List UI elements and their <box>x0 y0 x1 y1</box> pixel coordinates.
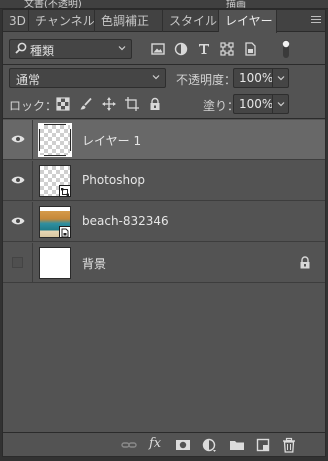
fill-dropdown[interactable] <box>272 95 288 113</box>
eye-icon <box>11 135 25 143</box>
eye-icon <box>11 217 25 225</box>
adjustment-layer-icon[interactable] <box>201 437 217 453</box>
layer-thumbnail[interactable] <box>39 206 71 238</box>
new-layer-icon[interactable] <box>255 437 271 453</box>
opacity-input[interactable]: 100% <box>233 68 289 88</box>
visibility-toggle[interactable] <box>3 243 33 283</box>
layer-lock-icon[interactable] <box>299 256 311 272</box>
top-strip-left-text: 文書(不透明) <box>24 0 82 9</box>
shape-layer-badge-icon <box>59 185 71 197</box>
lock-row: ロック： 塗り： 100% <box>3 92 325 116</box>
layer-thumbnail[interactable] <box>38 123 72 157</box>
top-strip: 文書(不透明) 描画 <box>0 0 328 9</box>
blend-mode-select[interactable]: 通常 <box>9 68 166 88</box>
panel-tab-bar: 3D チャンネル 色調補正 スタイル レイヤー <box>3 10 325 33</box>
layers-panel: 3D チャンネル 色調補正 スタイル レイヤー 種類 通常 不透明度： 100%… <box>2 9 326 457</box>
filter-row: 種類 <box>3 36 325 62</box>
lock-artboard-icon[interactable] <box>125 97 141 113</box>
smart-object-badge-icon <box>59 226 71 238</box>
filter-kind-select[interactable]: 種類 <box>9 39 132 59</box>
opacity-dropdown[interactable] <box>272 69 288 87</box>
filter-kind-label: 種類 <box>30 44 55 58</box>
add-mask-icon[interactable] <box>175 437 191 453</box>
smart-object-filter-icon[interactable] <box>242 41 258 57</box>
lock-label: ロック： <box>9 99 58 113</box>
blend-row: 通常 不透明度： 100% <box>3 66 325 90</box>
tab-channels[interactable]: チャンネル <box>29 10 95 32</box>
visibility-toggle[interactable] <box>3 161 33 201</box>
layer-name[interactable]: Photoshop <box>82 173 145 187</box>
tab-3d[interactable]: 3D <box>3 10 29 32</box>
filter-toggle-icon[interactable] <box>281 39 297 58</box>
layer-name[interactable]: レイヤー 1 <box>82 132 141 149</box>
visibility-empty-icon <box>12 257 23 268</box>
chevron-down-icon <box>277 74 285 82</box>
layers-footer: fx <box>3 432 325 456</box>
lock-all-icon[interactable] <box>148 97 164 113</box>
layer-name[interactable]: 背景 <box>82 255 106 272</box>
top-strip-right-text: 描画 <box>226 0 246 9</box>
tab-adjustments[interactable]: 色調補正 <box>95 10 163 32</box>
eye-icon <box>11 176 25 184</box>
layer-thumbnail[interactable] <box>39 247 71 279</box>
link-layers-icon[interactable] <box>121 437 137 453</box>
tab-styles[interactable]: スタイル <box>163 10 219 32</box>
chevron-down-icon <box>118 44 126 52</box>
image-filter-icon[interactable] <box>150 41 166 57</box>
fill-input[interactable]: 100% <box>233 94 289 114</box>
visibility-toggle[interactable] <box>3 120 33 160</box>
fill-value: 100% <box>239 97 274 111</box>
layers-list: レイヤー 1 Photoshop beach-832346 背景 <box>3 120 325 432</box>
delete-layer-icon[interactable] <box>281 437 297 453</box>
layer-name[interactable]: beach-832346 <box>82 214 169 228</box>
layer-row-layer1[interactable]: レイヤー 1 <box>3 120 325 160</box>
tab-layers[interactable]: レイヤー <box>219 10 277 33</box>
adjustment-filter-icon[interactable] <box>173 41 189 57</box>
search-icon <box>14 41 30 57</box>
lock-position-icon[interactable] <box>102 97 118 113</box>
type-filter-icon[interactable] <box>196 41 212 57</box>
shape-filter-icon[interactable] <box>219 41 235 57</box>
lock-transparent-pixels-icon[interactable] <box>56 97 72 113</box>
layer-row-background[interactable]: 背景 <box>3 243 325 283</box>
new-group-icon[interactable] <box>229 437 245 453</box>
layer-row-beach[interactable]: beach-832346 <box>3 202 325 242</box>
chevron-down-icon <box>277 100 285 108</box>
fx-icon[interactable]: fx <box>149 436 161 451</box>
panel-menu-icon[interactable] <box>311 16 321 26</box>
visibility-toggle[interactable] <box>3 202 33 242</box>
chevron-down-icon <box>152 73 160 81</box>
opacity-value: 100% <box>239 71 274 85</box>
blend-mode-value: 通常 <box>16 73 41 87</box>
lock-image-pixels-icon[interactable] <box>79 97 95 113</box>
layer-thumbnail[interactable] <box>39 165 71 197</box>
layer-row-photoshop[interactable]: Photoshop <box>3 161 325 201</box>
opacity-label: 不透明度： <box>176 73 237 87</box>
